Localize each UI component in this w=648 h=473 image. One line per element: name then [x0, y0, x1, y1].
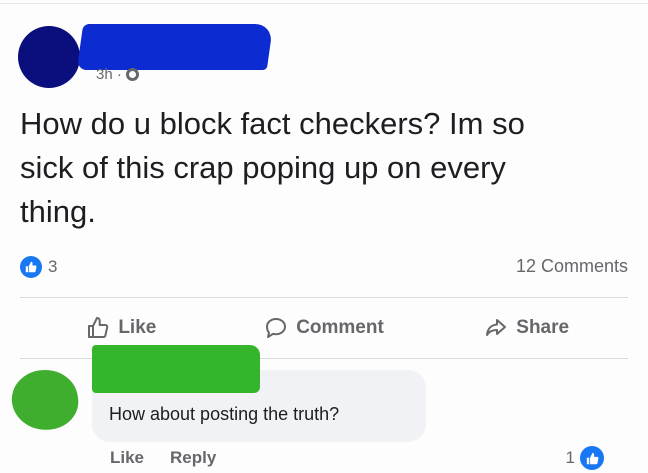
thumbs-up-icon: [88, 317, 109, 338]
share-arrow-icon: [486, 319, 507, 336]
reaction-count: 3: [48, 257, 58, 276]
share-button-label: Share: [516, 317, 570, 338]
globe-icon[interactable]: [125, 68, 139, 81]
like-reaction-icon: [580, 446, 604, 470]
share-button[interactable]: Share: [425, 301, 628, 355]
comment-reactions[interactable]: 1: [566, 446, 604, 470]
commenter-avatar-redacted[interactable]: [8, 365, 82, 435]
poster-name-redacted[interactable]: [76, 24, 274, 70]
commenter-name-redacted[interactable]: [92, 345, 260, 393]
comment-reaction-count: 1: [565, 448, 575, 467]
actions-top-divider: [20, 297, 628, 298]
post-reactions[interactable]: 3: [20, 256, 57, 278]
comment-button-label: Comment: [296, 317, 384, 338]
like-button-label: Like: [118, 317, 157, 338]
post-text: How do u block fact checkers? Im so sick…: [20, 106, 525, 229]
post-timestamp[interactable]: 3h ·: [96, 66, 122, 83]
comment-text: How about posting the truth?: [109, 404, 340, 424]
like-reaction-icon: [20, 256, 42, 278]
top-divider: [0, 3, 648, 4]
post-meta: 3h ·: [96, 66, 139, 83]
facebook-post-card: 3h · How do u block fact checkers? Im so…: [0, 0, 648, 473]
comment-reply-link[interactable]: Reply: [170, 448, 216, 468]
comment-actions: Like Reply: [110, 448, 216, 468]
comment-icon: [266, 318, 287, 338]
poster-avatar-redacted[interactable]: [18, 26, 80, 88]
comments-count-link[interactable]: 12 Comments: [516, 256, 628, 277]
comment-like-link[interactable]: Like: [110, 448, 144, 468]
